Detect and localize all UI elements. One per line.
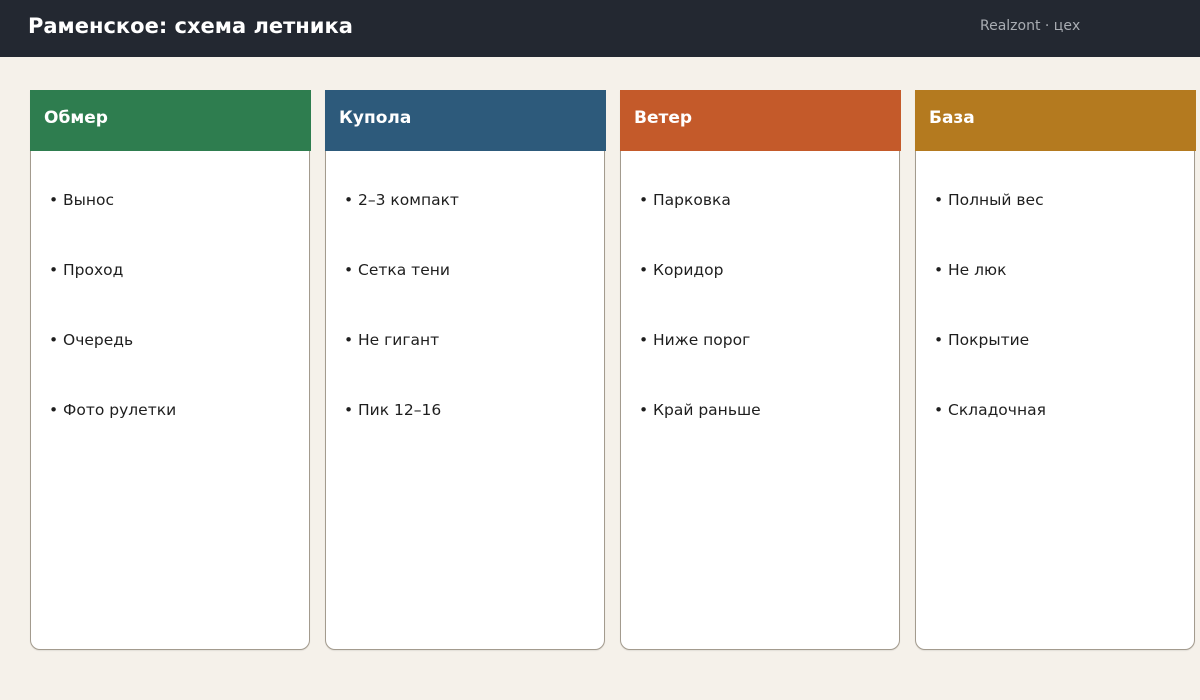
column-card-measure: Обмер • Вынос • Проход • Очередь • Фото руле… [30, 90, 311, 650]
column-list: • Полный вес • Не люк • Покрытие • Складочна… [934, 191, 1046, 471]
list-item: • Фото рулетки [49, 401, 176, 471]
list-item: • Вынос [49, 191, 176, 261]
column-title: Ветер [634, 108, 693, 128]
bullet: • [639, 401, 649, 419]
bullet: • [344, 261, 354, 279]
list-item-label: Очередь [63, 331, 134, 349]
bullet: • [344, 191, 354, 209]
list-item: • Не гигант [344, 331, 459, 401]
column-header: База [915, 90, 1196, 151]
list-item-label: Ниже порог [653, 331, 751, 349]
list-item: • Складочная [934, 401, 1046, 471]
list-item: • Сетка тени [344, 261, 459, 331]
column-list: • Вынос • Проход • Очередь • Фото рулетки [49, 191, 176, 471]
column-list: • 2–3 компакт • Сетка тени • Не гигант • Пик… [344, 191, 459, 471]
list-item-label: Фото рулетки [63, 401, 177, 419]
column-header: Ветер [620, 90, 901, 151]
column-card-base: База • Полный вес • Не люк • Покрытие • Скла… [915, 90, 1196, 650]
list-item: • Не люк [934, 261, 1046, 331]
list-item-label: Сетка тени [358, 261, 450, 279]
column-header: Обмер [30, 90, 311, 151]
list-item-label: Пик 12–16 [358, 401, 442, 419]
bullet: • [934, 191, 944, 209]
bullet: • [49, 331, 59, 349]
list-item: • Коридор [639, 261, 761, 331]
list-item: • Парковка [639, 191, 761, 261]
list-item-label: Не люк [948, 261, 1007, 279]
column-title: Купола [339, 108, 412, 128]
list-item: • Полный вес [934, 191, 1046, 261]
bullet: • [49, 401, 59, 419]
bullet: • [934, 261, 944, 279]
list-item: • 2–3 компакт [344, 191, 459, 261]
list-item-label: Полный вес [948, 191, 1044, 209]
column-title: Обмер [44, 108, 108, 128]
list-item: • Покрытие [934, 331, 1046, 401]
bullet: • [49, 191, 59, 209]
list-item: • Ниже порог [639, 331, 761, 401]
list-item-label: Коридор [653, 261, 724, 279]
column-header: Купола [325, 90, 606, 151]
list-item-label: Вынос [63, 191, 115, 209]
brand-label: Realzont · цех [980, 18, 1081, 34]
column-list: • Парковка • Коридор • Ниже порог • Край ран… [639, 191, 761, 471]
column-title: База [929, 108, 975, 128]
bullet: • [934, 401, 944, 419]
list-item-label: Проход [63, 261, 124, 279]
bullet: • [639, 331, 649, 349]
list-item-label: Не гигант [358, 331, 440, 349]
bullet: • [934, 331, 944, 349]
list-item: • Очередь [49, 331, 176, 401]
bullet: • [639, 261, 649, 279]
list-item-label: Парковка [653, 191, 731, 209]
list-item: • Пик 12–16 [344, 401, 459, 471]
list-item-label: Складочная [948, 401, 1046, 419]
page-title: Раменское: схема летника [28, 14, 353, 38]
list-item: • Проход [49, 261, 176, 331]
bullet: • [344, 331, 354, 349]
list-item-label: Покрытие [948, 331, 1030, 349]
list-item: • Край раньше [639, 401, 761, 471]
column-card-domes: Купола • 2–3 компакт • Сетка тени • Не гига… [325, 90, 606, 650]
bullet: • [639, 191, 649, 209]
top-bar: Раменское: схема летника Realzont · цех [0, 0, 1200, 57]
bullet: • [344, 401, 354, 419]
bullet: • [49, 261, 59, 279]
list-item-label: 2–3 компакт [358, 191, 459, 209]
list-item-label: Край раньше [653, 401, 761, 419]
column-card-wind: Ветер • Парковка • Коридор • Ниже порог • Кр… [620, 90, 901, 650]
